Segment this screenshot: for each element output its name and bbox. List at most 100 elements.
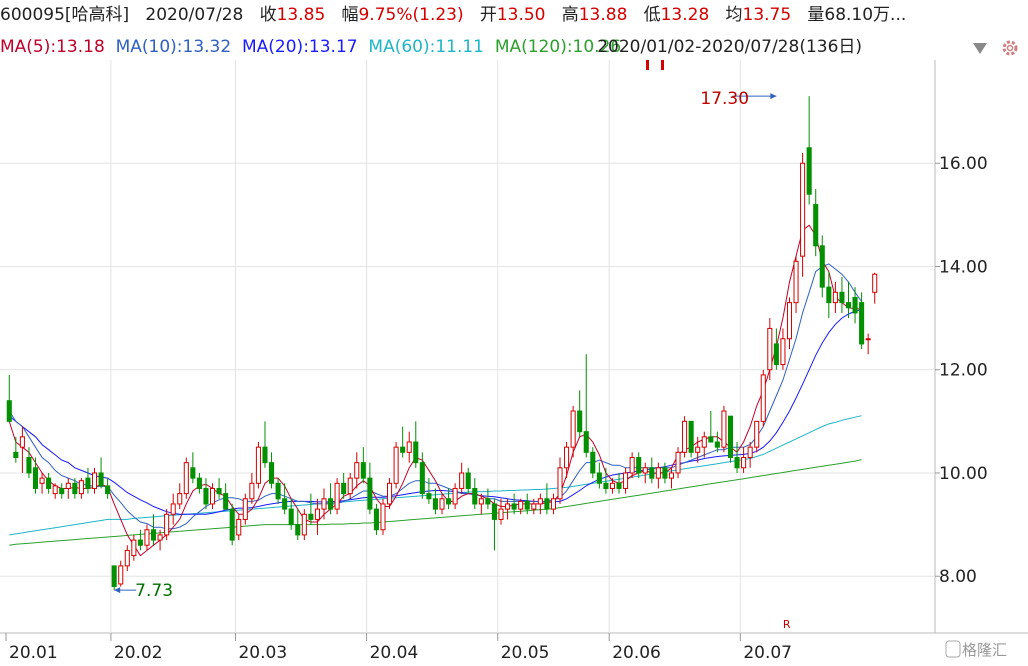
candle-body [269, 462, 275, 484]
open-label: 开 [479, 5, 497, 25]
candle-body [754, 420, 760, 448]
high-label: 高 [561, 5, 579, 25]
candle-body [773, 343, 779, 366]
candle-body [845, 302, 852, 309]
candle-body [341, 482, 347, 495]
candle-body [524, 500, 530, 510]
ma20-label: MA(20):13.17 [242, 37, 358, 57]
x-tick-label: 20.03 [238, 643, 287, 663]
candle-body [150, 529, 157, 541]
candle-body [360, 462, 366, 479]
top-marker [646, 60, 649, 70]
candle-body [170, 503, 176, 515]
candle-body [190, 467, 196, 479]
candle-body [668, 472, 675, 479]
candle-body [590, 451, 596, 474]
candle-body [734, 456, 740, 469]
candle-body [800, 162, 806, 257]
candle-body [544, 498, 550, 510]
candle-body [288, 508, 294, 526]
candle-body [131, 539, 137, 557]
change-label: 幅 [341, 5, 359, 25]
candle-body [426, 493, 432, 500]
candle-body [701, 436, 707, 448]
candle-body [157, 534, 163, 541]
candle-body [65, 482, 71, 489]
candle-body [118, 565, 124, 585]
candle-body [780, 338, 786, 366]
candle-body [46, 477, 52, 489]
candle-body [760, 374, 766, 422]
candle-body [13, 451, 19, 458]
candle-body [400, 446, 406, 453]
stock-code: 600095[哈高科] [0, 5, 130, 25]
candle-body [741, 456, 747, 469]
candle-body [655, 467, 661, 479]
candle-body [786, 302, 793, 340]
annotation-label: 17.30 [700, 89, 749, 109]
candle-body [6, 400, 12, 422]
candle-body [642, 467, 648, 474]
candle-body [688, 420, 694, 453]
candle-body [393, 446, 399, 484]
candle-body [472, 487, 478, 505]
date-range[interactable]: 2020/01/02-2020/07/28(136日) [597, 37, 862, 57]
candle-body [32, 467, 39, 489]
candle-body [295, 524, 301, 536]
candle-body [832, 291, 838, 304]
x-tick-label: 20.05 [501, 643, 550, 663]
high-value: 13.88 [578, 5, 628, 25]
candle-body [727, 415, 734, 458]
candle-body [518, 500, 524, 510]
top-marker [661, 60, 664, 70]
candle-body [196, 477, 202, 489]
ma60-line [9, 415, 862, 536]
candle-body [616, 482, 622, 489]
annotation-label: 7.73 [135, 581, 173, 601]
candle-body [334, 482, 340, 510]
watermark: 格隆汇 [962, 641, 1007, 659]
triangle-down-icon[interactable] [970, 38, 990, 58]
candle-body [557, 467, 563, 500]
candle-body [387, 482, 393, 505]
candle-body [321, 498, 327, 510]
x-tick-label: 20.01 [9, 643, 58, 663]
candle-body [491, 503, 497, 520]
close-label: 收 [259, 5, 277, 25]
candle-body [439, 498, 445, 510]
candle-body [603, 482, 609, 489]
candle-body [806, 147, 812, 195]
candle-body [747, 446, 753, 458]
candle-body [229, 508, 235, 541]
candle-body [446, 498, 452, 505]
annotation-arrowhead [770, 93, 777, 100]
candle-body [52, 485, 58, 495]
candle-body [183, 462, 189, 495]
ma5-label: MA(5):13.18 [0, 37, 105, 57]
candle-body [675, 451, 681, 474]
candle-body [826, 286, 832, 304]
candle-body [596, 472, 602, 484]
candle-body [872, 273, 878, 293]
candle-body [623, 472, 629, 489]
avg-label: 均 [725, 5, 743, 25]
annotation-arrowhead [114, 587, 121, 594]
candle-body [485, 498, 491, 505]
candle-body [577, 410, 583, 433]
candle-body [59, 487, 65, 495]
candle-body [629, 456, 635, 474]
y-tick-label: 12.00 [939, 361, 988, 381]
gear-icon[interactable] [1000, 38, 1020, 58]
candle-body [347, 477, 353, 495]
avg-value: 13.75 [742, 5, 792, 25]
y-tick-label: 10.00 [939, 464, 988, 484]
candle-body [72, 482, 78, 495]
watermark-logo [945, 640, 961, 658]
candle-body [859, 302, 865, 345]
candle-body [465, 472, 471, 489]
candle-body [695, 446, 701, 453]
ma10-label: MA(10):13.32 [115, 37, 232, 57]
x-tick-label: 20.06 [612, 643, 661, 663]
open-value: 13.50 [496, 5, 546, 25]
low-label: 低 [643, 5, 661, 25]
